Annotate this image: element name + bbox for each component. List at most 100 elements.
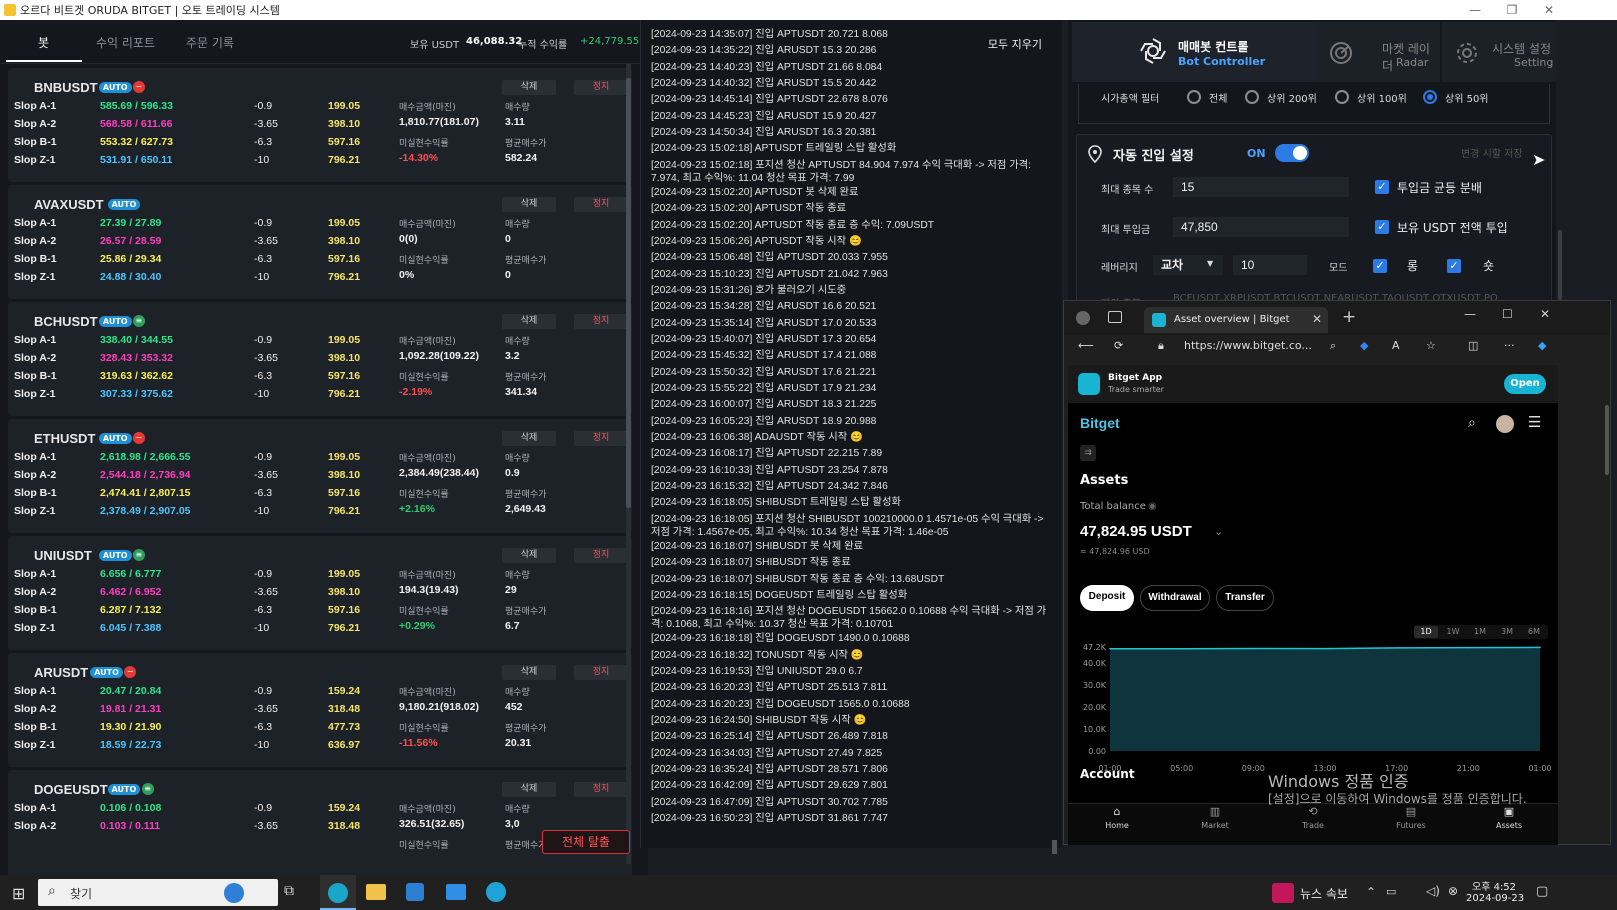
- eye-icon[interactable]: ◉: [1148, 501, 1157, 512]
- delete-button[interactable]: 삭제: [502, 314, 556, 329]
- stop-button[interactable]: 정지: [574, 431, 628, 446]
- delete-button[interactable]: 삭제: [502, 548, 556, 563]
- zoom-icon[interactable]: ⌕: [1330, 339, 1336, 363]
- split-screen-icon[interactable]: ◫: [1468, 339, 1478, 363]
- favorite-icon[interactable]: ☆: [1426, 339, 1436, 363]
- browser-tab[interactable]: Asset overview | Bitget ✕: [1144, 307, 1328, 333]
- collapse-icon[interactable]: ⇉: [1080, 445, 1096, 461]
- controller-scrollbar[interactable]: [1556, 20, 1564, 300]
- long-checkbox[interactable]: ✓: [1373, 259, 1387, 273]
- scrollbar-thumb[interactable]: [626, 78, 631, 508]
- notification-icon[interactable]: ▢: [1536, 884, 1548, 899]
- bot-list-scrollbar[interactable]: [626, 64, 631, 864]
- delete-button[interactable]: 삭제: [502, 431, 556, 446]
- nav-home[interactable]: Home: [1092, 821, 1142, 830]
- task-view-icon[interactable]: ⧉: [284, 883, 294, 899]
- radio-top50[interactable]: [1423, 90, 1437, 104]
- radio-all[interactable]: [1187, 90, 1201, 104]
- stop-button[interactable]: 정지: [574, 548, 628, 563]
- search-icon[interactable]: ⌕: [1468, 415, 1476, 431]
- news-label[interactable]: 뉴스 속보: [1300, 885, 1348, 902]
- log-scrollbar[interactable]: [1052, 840, 1057, 854]
- back-icon[interactable]: ⟵: [1078, 339, 1094, 363]
- close-icon[interactable]: ✕: [1534, 0, 1564, 20]
- stop-button[interactable]: 정지: [574, 80, 628, 95]
- network-icon[interactable]: ▭: [1386, 885, 1396, 898]
- new-tab-icon[interactable]: +: [1342, 307, 1356, 327]
- exit-all-button[interactable]: 전체 탈출: [542, 830, 630, 854]
- shield-icon[interactable]: ◆: [1360, 339, 1368, 363]
- log-line: [2024-09-23 14:45:14] 진입 APTUSDT 22.678 …: [651, 94, 888, 106]
- tab-actions-icon[interactable]: [1108, 311, 1122, 323]
- clock-date[interactable]: 2024-09-23: [1466, 893, 1524, 904]
- read-aloud-icon[interactable]: A: [1392, 339, 1400, 363]
- stop-button[interactable]: 정지: [574, 665, 628, 680]
- avatar[interactable]: [1496, 415, 1514, 433]
- delete-button[interactable]: 삭제: [502, 665, 556, 680]
- all-usdt-checkbox[interactable]: ✓: [1375, 220, 1389, 234]
- minimize-icon[interactable]: —: [1460, 0, 1490, 20]
- tab-profit-report[interactable]: 수익 리포트: [96, 34, 155, 51]
- refresh-icon[interactable]: ⟳: [1114, 339, 1123, 363]
- slope-label: Slop A-1: [14, 217, 57, 229]
- store-icon[interactable]: [406, 883, 424, 901]
- trading-app-icon[interactable]: [486, 882, 506, 902]
- tab-market-radar[interactable]: 마켓 레이더 Radar: [1318, 22, 1440, 82]
- browser-close-icon[interactable]: ✕: [1540, 307, 1550, 321]
- delete-button[interactable]: 삭제: [502, 197, 556, 212]
- chevron-up-icon[interactable]: ⌃: [1366, 885, 1376, 899]
- close-tab-icon[interactable]: ✕: [1312, 312, 1322, 326]
- browser-minimize-icon[interactable]: —: [1464, 307, 1476, 321]
- copilot-icon[interactable]: ◆: [1538, 339, 1546, 363]
- slope-label: Slop B-1: [14, 370, 57, 382]
- taskbar-search[interactable]: ⌕ 찾기: [38, 879, 278, 906]
- stop-button[interactable]: 정지: [574, 782, 628, 797]
- slope-amount: 199.05: [328, 568, 361, 580]
- radio-top200[interactable]: [1245, 90, 1259, 104]
- nav-futures[interactable]: Futures: [1386, 821, 1436, 830]
- windows-start-icon[interactable]: ⊞: [12, 884, 25, 903]
- file-explorer-icon[interactable]: [366, 884, 386, 900]
- status-icon[interactable]: ⊗: [1448, 884, 1458, 898]
- transfer-button[interactable]: Transfer: [1216, 585, 1274, 611]
- radio-top100[interactable]: [1335, 90, 1349, 104]
- restore-icon[interactable]: ❐: [1497, 0, 1527, 20]
- stop-button[interactable]: 정지: [574, 314, 628, 329]
- open-app-button[interactable]: Open: [1504, 374, 1546, 394]
- max-symbols-input[interactable]: 15: [1173, 177, 1349, 197]
- scrollbar-thumb[interactable]: [1558, 230, 1562, 300]
- short-checkbox[interactable]: ✓: [1447, 259, 1461, 273]
- address-bar[interactable]: https://www.bitget.co...: [1184, 339, 1334, 363]
- more-icon[interactable]: ···: [1504, 339, 1515, 363]
- auto-entry-toggle[interactable]: [1275, 144, 1309, 162]
- log-line: [2024-09-23 15:02:20] APTUSDT 작동 종료 층 수익…: [651, 219, 935, 231]
- tab-bot-controller[interactable]: 매매봇 컨트롤 Bot Controller: [1072, 22, 1318, 82]
- nav-trade[interactable]: Trade: [1288, 821, 1338, 830]
- page-scrollbar[interactable]: [1605, 405, 1609, 475]
- menu-icon[interactable]: ☰: [1528, 413, 1541, 431]
- stop-button[interactable]: 정지: [574, 197, 628, 212]
- tab-bots[interactable]: 봇: [38, 34, 49, 51]
- leverage-input[interactable]: 10: [1233, 255, 1307, 275]
- nav-market[interactable]: Market: [1190, 821, 1240, 830]
- volume-icon[interactable]: ◁): [1426, 884, 1440, 898]
- market-icon[interactable]: ▥: [1190, 805, 1240, 818]
- profile-icon[interactable]: [1076, 311, 1090, 325]
- clock-time[interactable]: 오후 4:52: [1472, 878, 1516, 893]
- max-invest-input[interactable]: 47,850: [1173, 217, 1349, 237]
- tab-order-history[interactable]: 주문 기록: [186, 34, 234, 51]
- bitget-brand[interactable]: Bitget: [1080, 415, 1120, 431]
- news-icon[interactable]: [1272, 883, 1294, 903]
- home-icon[interactable]: ⌂: [1092, 805, 1142, 818]
- delete-button[interactable]: 삭제: [502, 80, 556, 95]
- withdrawal-button[interactable]: Withdrawal: [1140, 585, 1210, 611]
- nav-assets[interactable]: Assets: [1484, 821, 1534, 830]
- even-split-checkbox[interactable]: ✓: [1375, 180, 1389, 194]
- delete-button[interactable]: 삭제: [502, 782, 556, 797]
- deposit-button[interactable]: Deposit: [1080, 585, 1134, 611]
- chevron-down-icon[interactable]: ⌄: [1214, 525, 1223, 538]
- tab-system-setting[interactable]: 시스템 설정 Setting: [1442, 22, 1564, 82]
- browser-maximize-icon[interactable]: ☐: [1502, 307, 1513, 321]
- mail-icon[interactable]: [446, 884, 466, 900]
- running-status-icon: ≡: [141, 783, 154, 795]
